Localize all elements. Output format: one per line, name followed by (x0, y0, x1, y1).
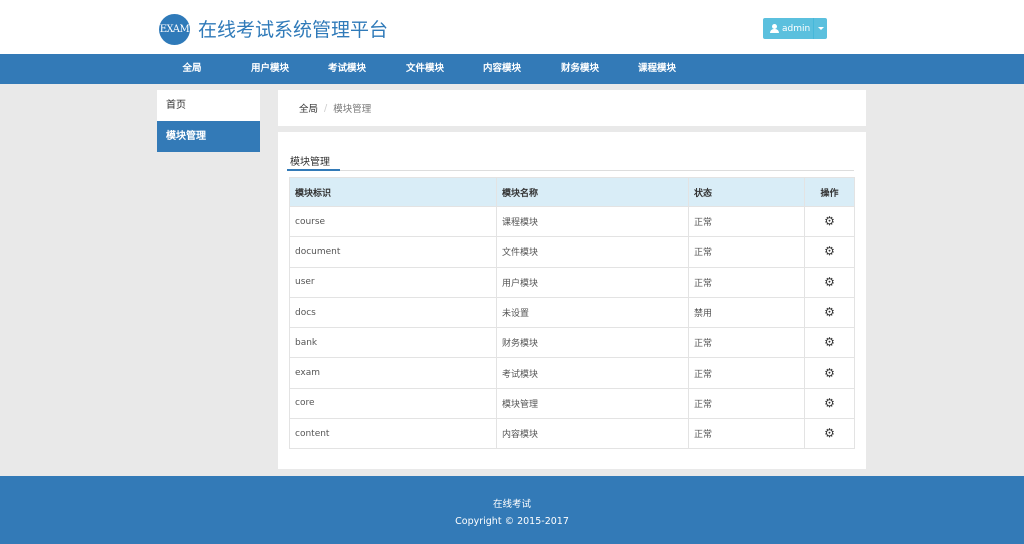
cell-actions: ⚙ (804, 387, 855, 420)
column-header-module-id: 模块标识 (289, 177, 497, 207)
cell-status: 正常 (688, 357, 805, 389)
table-row: exam 考试模块 正常 ⚙ (289, 357, 855, 389)
exam-logo: EXAM (159, 14, 190, 45)
table-row: course 课程模块 正常 ⚙ (289, 205, 855, 238)
table-row: content 内容模块 正常 ⚙ (289, 418, 855, 450)
gear-icon[interactable]: ⚙ (824, 367, 835, 379)
cell-module-name: 内容模块 (496, 418, 689, 450)
cell-actions: ⚙ (804, 205, 855, 238)
top-nav: 全局 用户模块 考试模块 文件模块 内容模块 财务模块 课程模块 (0, 54, 1024, 84)
cell-status: 禁用 (688, 296, 805, 329)
cell-actions: ⚙ (804, 266, 855, 298)
breadcrumb-home-link[interactable]: 全局 (299, 101, 318, 115)
cell-actions: ⚙ (804, 357, 855, 389)
user-menu-button[interactable]: admin (763, 18, 827, 39)
footer-copyright: Copyright © 2015-2017 (455, 516, 569, 527)
nav-item-user-module[interactable]: 用户模块 (251, 54, 289, 84)
user-dropdown-toggle[interactable] (813, 18, 827, 39)
active-tab-indicator (287, 169, 340, 171)
cell-module-name: 考试模块 (496, 357, 689, 389)
user-name: admin (782, 23, 811, 34)
sidebar-item-home[interactable]: 首页 (157, 90, 260, 121)
breadcrumb: 全局 / 模块管理 (278, 90, 866, 126)
site-title: 在线考试系统管理平台 (198, 19, 389, 41)
sidebar: 首页 模块管理 (157, 90, 260, 152)
gear-icon[interactable]: ⚙ (824, 276, 835, 288)
cell-status: 正常 (688, 266, 805, 298)
cell-module-id: docs (289, 296, 497, 329)
table-row: core 模块管理 正常 ⚙ (289, 387, 855, 420)
nav-item-global[interactable]: 全局 (182, 54, 201, 84)
gear-icon[interactable]: ⚙ (824, 215, 835, 227)
cell-module-name: 未设置 (496, 296, 689, 329)
column-header-actions: 操作 (804, 177, 855, 207)
footer-title: 在线考试 (492, 499, 531, 510)
user-button-main[interactable]: admin (763, 18, 813, 39)
caret-down-icon (817, 27, 824, 30)
cell-module-name: 模块管理 (496, 387, 689, 420)
footer: 在线考试 Copyright © 2015-2017 (0, 476, 1024, 544)
column-header-status: 状态 (688, 177, 805, 207)
table-row: docs 未设置 禁用 ⚙ (289, 296, 855, 329)
column-header-module-name: 模块名称 (496, 177, 689, 207)
gear-icon[interactable]: ⚙ (824, 306, 835, 318)
cell-module-id: content (289, 418, 497, 450)
cell-status: 正常 (688, 387, 805, 420)
user-icon (770, 24, 779, 33)
cell-actions: ⚙ (804, 296, 855, 329)
cell-status: 正常 (688, 418, 805, 450)
cell-status: 正常 (688, 236, 805, 268)
cell-module-name: 文件模块 (496, 236, 689, 268)
breadcrumb-separator: / (324, 102, 328, 114)
nav-item-exam-module[interactable]: 考试模块 (328, 54, 366, 84)
gear-icon[interactable]: ⚙ (824, 427, 835, 439)
cell-module-id: course (289, 205, 497, 238)
cell-module-name: 课程模块 (496, 205, 689, 238)
table-row: bank 财务模块 正常 ⚙ (289, 327, 855, 359)
module-panel: 模块管理 模块标识 模块名称 状态 操作 course 课程模块 正常 ⚙ do… (278, 132, 866, 469)
table-row: document 文件模块 正常 ⚙ (289, 236, 855, 268)
gear-icon[interactable]: ⚙ (824, 336, 835, 348)
cell-module-id: bank (289, 327, 497, 359)
cell-module-id: core (289, 387, 497, 420)
module-table: 模块标识 模块名称 状态 操作 course 课程模块 正常 ⚙ documen… (289, 177, 855, 450)
nav-item-finance-module[interactable]: 财务模块 (561, 54, 599, 84)
breadcrumb-current: 模块管理 (333, 104, 372, 115)
cell-actions: ⚙ (804, 236, 855, 268)
gear-icon[interactable]: ⚙ (824, 397, 835, 409)
cell-module-id: document (289, 236, 497, 268)
gear-icon[interactable]: ⚙ (824, 245, 835, 257)
table-row: user 用户模块 正常 ⚙ (289, 266, 855, 298)
cell-status: 正常 (688, 327, 805, 359)
sidebar-item-module-management[interactable]: 模块管理 (157, 121, 260, 152)
header: EXAM 在线考试系统管理平台 admin (0, 0, 1024, 54)
cell-status: 正常 (688, 205, 805, 238)
tab-divider (289, 170, 854, 171)
table-header-row: 模块标识 模块名称 状态 操作 (289, 177, 855, 207)
nav-item-file-module[interactable]: 文件模块 (406, 54, 444, 84)
cell-module-id: user (289, 266, 497, 298)
cell-actions: ⚙ (804, 327, 855, 359)
cell-actions: ⚙ (804, 418, 855, 450)
cell-module-name: 用户模块 (496, 266, 689, 298)
nav-item-content-module[interactable]: 内容模块 (483, 54, 521, 84)
cell-module-name: 财务模块 (496, 327, 689, 359)
cell-module-id: exam (289, 357, 497, 389)
nav-item-course-module[interactable]: 课程模块 (638, 54, 676, 84)
